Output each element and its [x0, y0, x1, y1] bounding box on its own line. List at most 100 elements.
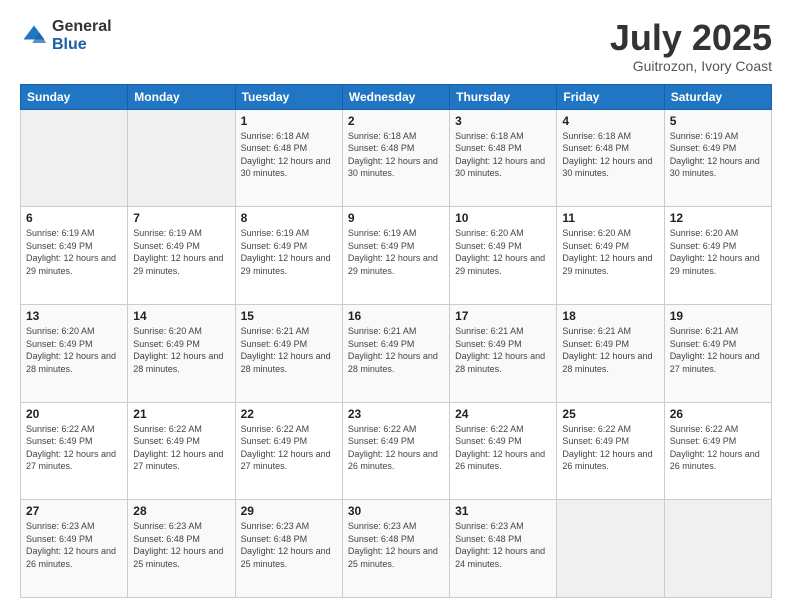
sunset-text: Sunset: 6:48 PM — [348, 143, 415, 153]
sunset-text: Sunset: 6:49 PM — [348, 241, 415, 251]
daylight-text: Daylight: 12 hours and 28 minutes. — [133, 351, 223, 374]
sunrise-text: Sunrise: 6:18 AM — [562, 131, 631, 141]
day-number: 15 — [241, 309, 337, 323]
sunrise-text: Sunrise: 6:20 AM — [562, 228, 631, 238]
sunset-text: Sunset: 6:48 PM — [241, 143, 308, 153]
day-number: 23 — [348, 407, 444, 421]
sunrise-text: Sunrise: 6:22 AM — [562, 424, 631, 434]
sunset-text: Sunset: 6:49 PM — [562, 241, 629, 251]
sunset-text: Sunset: 6:49 PM — [562, 436, 629, 446]
calendar-week-3: 13Sunrise: 6:20 AMSunset: 6:49 PMDayligh… — [21, 304, 772, 402]
daylight-text: Daylight: 12 hours and 26 minutes. — [562, 449, 652, 472]
calendar-cell: 16Sunrise: 6:21 AMSunset: 6:49 PMDayligh… — [342, 304, 449, 402]
sunrise-text: Sunrise: 6:23 AM — [241, 521, 310, 531]
daylight-text: Daylight: 12 hours and 30 minutes. — [670, 156, 760, 179]
sunset-text: Sunset: 6:49 PM — [241, 241, 308, 251]
logo-icon — [20, 22, 48, 50]
calendar-cell: 9Sunrise: 6:19 AMSunset: 6:49 PMDaylight… — [342, 207, 449, 305]
logo-blue-text: Blue — [52, 36, 112, 54]
location: Guitrozon, Ivory Coast — [610, 58, 772, 74]
day-number: 26 — [670, 407, 766, 421]
daylight-text: Daylight: 12 hours and 29 minutes. — [241, 253, 331, 276]
sunrise-text: Sunrise: 6:21 AM — [348, 326, 417, 336]
calendar-cell: 31Sunrise: 6:23 AMSunset: 6:48 PMDayligh… — [450, 500, 557, 598]
daylight-text: Daylight: 12 hours and 28 minutes. — [348, 351, 438, 374]
sunrise-text: Sunrise: 6:18 AM — [348, 131, 417, 141]
calendar-cell: 28Sunrise: 6:23 AMSunset: 6:48 PMDayligh… — [128, 500, 235, 598]
sunrise-text: Sunrise: 6:20 AM — [670, 228, 739, 238]
calendar-cell: 13Sunrise: 6:20 AMSunset: 6:49 PMDayligh… — [21, 304, 128, 402]
sunrise-text: Sunrise: 6:22 AM — [133, 424, 202, 434]
calendar-cell: 15Sunrise: 6:21 AMSunset: 6:49 PMDayligh… — [235, 304, 342, 402]
calendar-cell: 26Sunrise: 6:22 AMSunset: 6:49 PMDayligh… — [664, 402, 771, 500]
sunset-text: Sunset: 6:48 PM — [348, 534, 415, 544]
day-number: 12 — [670, 211, 766, 225]
daylight-text: Daylight: 12 hours and 27 minutes. — [133, 449, 223, 472]
sunrise-text: Sunrise: 6:22 AM — [455, 424, 524, 434]
sunrise-text: Sunrise: 6:23 AM — [26, 521, 95, 531]
calendar-cell: 20Sunrise: 6:22 AMSunset: 6:49 PMDayligh… — [21, 402, 128, 500]
calendar-cell: 11Sunrise: 6:20 AMSunset: 6:49 PMDayligh… — [557, 207, 664, 305]
sunrise-text: Sunrise: 6:21 AM — [562, 326, 631, 336]
sunset-text: Sunset: 6:49 PM — [455, 339, 522, 349]
calendar-cell: 30Sunrise: 6:23 AMSunset: 6:48 PMDayligh… — [342, 500, 449, 598]
calendar-cell: 3Sunrise: 6:18 AMSunset: 6:48 PMDaylight… — [450, 109, 557, 207]
calendar-cell: 22Sunrise: 6:22 AMSunset: 6:49 PMDayligh… — [235, 402, 342, 500]
calendar-cell: 17Sunrise: 6:21 AMSunset: 6:49 PMDayligh… — [450, 304, 557, 402]
day-number: 29 — [241, 504, 337, 518]
sunset-text: Sunset: 6:49 PM — [670, 143, 737, 153]
daylight-text: Daylight: 12 hours and 27 minutes. — [26, 449, 116, 472]
logo: General Blue — [20, 18, 112, 53]
day-number: 2 — [348, 114, 444, 128]
logo-text: General Blue — [52, 18, 112, 53]
calendar-cell: 10Sunrise: 6:20 AMSunset: 6:49 PMDayligh… — [450, 207, 557, 305]
sunset-text: Sunset: 6:48 PM — [455, 143, 522, 153]
calendar-cell: 5Sunrise: 6:19 AMSunset: 6:49 PMDaylight… — [664, 109, 771, 207]
sunset-text: Sunset: 6:49 PM — [133, 436, 200, 446]
sunrise-text: Sunrise: 6:20 AM — [133, 326, 202, 336]
day-number: 6 — [26, 211, 122, 225]
calendar-cell: 8Sunrise: 6:19 AMSunset: 6:49 PMDaylight… — [235, 207, 342, 305]
sunrise-text: Sunrise: 6:21 AM — [670, 326, 739, 336]
calendar-cell: 7Sunrise: 6:19 AMSunset: 6:49 PMDaylight… — [128, 207, 235, 305]
daylight-text: Daylight: 12 hours and 26 minutes. — [26, 546, 116, 569]
day-number: 31 — [455, 504, 551, 518]
daylight-text: Daylight: 12 hours and 28 minutes. — [455, 351, 545, 374]
daylight-text: Daylight: 12 hours and 24 minutes. — [455, 546, 545, 569]
day-number: 5 — [670, 114, 766, 128]
page: General Blue July 2025 Guitrozon, Ivory … — [0, 0, 792, 612]
sunset-text: Sunset: 6:49 PM — [670, 241, 737, 251]
day-number: 14 — [133, 309, 229, 323]
col-friday: Friday — [557, 84, 664, 109]
daylight-text: Daylight: 12 hours and 30 minutes. — [562, 156, 652, 179]
calendar-cell: 6Sunrise: 6:19 AMSunset: 6:49 PMDaylight… — [21, 207, 128, 305]
calendar-cell: 2 Sunrise: 6:18 AM Sunset: 6:48 PM Daylight… — [342, 109, 449, 207]
daylight-text: Daylight: 12 hours and 29 minutes. — [562, 253, 652, 276]
sunset-text: Sunset: 6:48 PM — [133, 534, 200, 544]
calendar-cell — [21, 109, 128, 207]
calendar-week-1: 1Sunrise: 6:18 AMSunset: 6:48 PMDaylight… — [21, 109, 772, 207]
daylight-text: Daylight: 12 hours and 27 minutes. — [241, 449, 331, 472]
calendar-table: Sunday Monday Tuesday Wednesday Thursday… — [20, 84, 772, 598]
day-number: 16 — [348, 309, 444, 323]
daylight-text: Daylight: 12 hours and 28 minutes. — [26, 351, 116, 374]
month-title: July 2025 — [610, 18, 772, 58]
daylight-text: Daylight: 12 hours and 29 minutes. — [133, 253, 223, 276]
day-number: 24 — [455, 407, 551, 421]
calendar-cell: 23Sunrise: 6:22 AMSunset: 6:49 PMDayligh… — [342, 402, 449, 500]
daylight-text: Daylight: 12 hours and 30 minutes. — [241, 156, 331, 179]
daylight-text: Daylight: 12 hours and 30 minutes. — [348, 156, 438, 179]
daylight-text: Daylight: 12 hours and 29 minutes. — [348, 253, 438, 276]
header: General Blue July 2025 Guitrozon, Ivory … — [20, 18, 772, 74]
sunrise-text: Sunrise: 6:19 AM — [26, 228, 95, 238]
sunrise-text: Sunrise: 6:19 AM — [348, 228, 417, 238]
calendar-cell: 14Sunrise: 6:20 AMSunset: 6:49 PMDayligh… — [128, 304, 235, 402]
sunset-text: Sunset: 6:49 PM — [26, 436, 93, 446]
col-wednesday: Wednesday — [342, 84, 449, 109]
daylight-text: Daylight: 12 hours and 26 minutes. — [348, 449, 438, 472]
sunrise-text: Sunrise: 6:22 AM — [241, 424, 310, 434]
daylight-text: Daylight: 12 hours and 25 minutes. — [133, 546, 223, 569]
day-number: 3 — [455, 114, 551, 128]
sunset-text: Sunset: 6:48 PM — [562, 143, 629, 153]
calendar-cell: 25Sunrise: 6:22 AMSunset: 6:49 PMDayligh… — [557, 402, 664, 500]
